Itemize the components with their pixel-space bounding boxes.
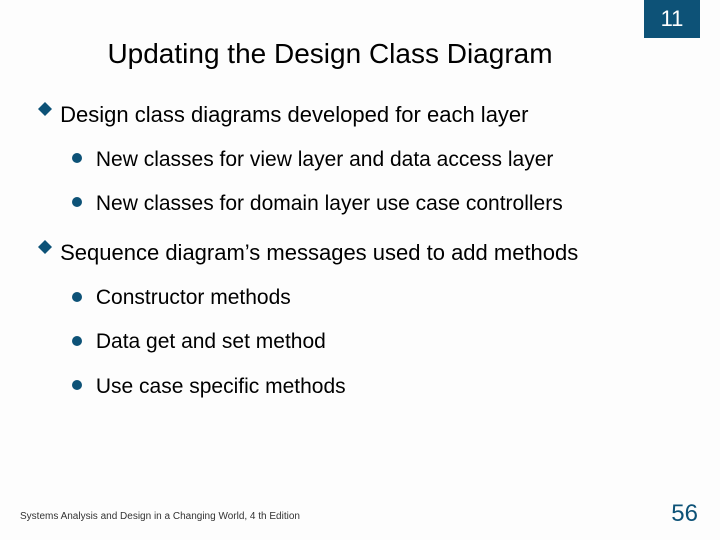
slide-title-wrap: Updating the Design Class Diagram — [0, 38, 720, 70]
chapter-number: 11 — [661, 6, 684, 32]
content-area: Design class diagrams developed for each… — [38, 88, 690, 401]
bullet-dot-icon — [72, 380, 82, 390]
diamond-icon — [38, 95, 52, 109]
bullet-text: Data get and set method — [96, 330, 326, 353]
bullet-text: Constructor methods — [96, 286, 291, 309]
bullet-level2: Data get and set method — [72, 328, 690, 356]
bullet-text: Design class diagrams developed for each… — [60, 102, 528, 127]
bullet-level1: Sequence diagram’s messages used to add … — [38, 238, 690, 268]
bullet-dot-icon — [72, 153, 82, 163]
bullet-text: New classes for domain layer use case co… — [96, 192, 563, 215]
slide-title: Updating the Design Class Diagram — [107, 38, 552, 70]
bullet-dot-icon — [72, 292, 82, 302]
bullet-level2: Use case specific methods — [72, 373, 690, 401]
bullet-text: New classes for view layer and data acce… — [96, 148, 554, 171]
chapter-badge: 11 — [644, 0, 700, 38]
bullet-level2: New classes for domain layer use case co… — [72, 190, 690, 218]
bullet-dot-icon — [72, 197, 82, 207]
bullet-dot-icon — [72, 336, 82, 346]
bullet-level1: Design class diagrams developed for each… — [38, 100, 690, 130]
footer-source: Systems Analysis and Design in a Changin… — [20, 511, 300, 522]
bullet-level2: Constructor methods — [72, 284, 690, 312]
bullet-text: Sequence diagram’s messages used to add … — [60, 240, 578, 265]
bullet-level2: New classes for view layer and data acce… — [72, 146, 690, 174]
bullet-text: Use case specific methods — [96, 375, 346, 398]
page-number: 56 — [671, 500, 698, 528]
diamond-icon — [38, 233, 52, 247]
